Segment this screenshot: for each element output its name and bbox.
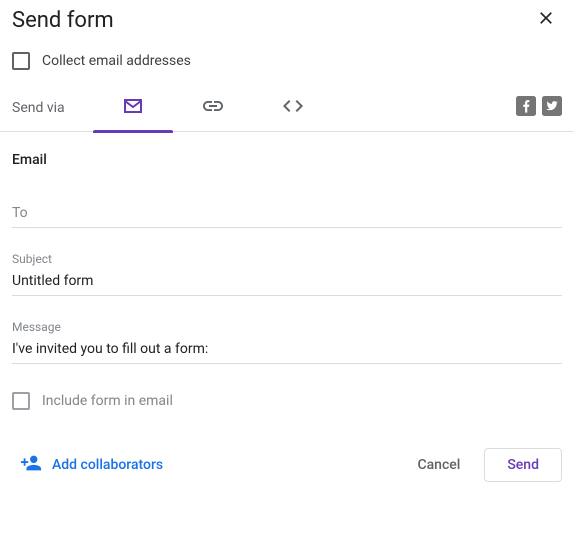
subject-field[interactable]: Subject Untitled form bbox=[12, 252, 562, 296]
facebook-icon bbox=[516, 101, 536, 120]
send-via-row: Send via bbox=[0, 84, 574, 132]
embed-icon bbox=[281, 94, 305, 122]
send-button[interactable]: Send bbox=[484, 448, 562, 482]
add-collaborators-button[interactable]: Add collaborators bbox=[12, 446, 171, 484]
dialog-title: Send form bbox=[12, 8, 114, 33]
message-value: I've invited you to fill out a form: bbox=[12, 341, 208, 357]
collect-email-row: Collect email addresses bbox=[12, 38, 562, 84]
share-facebook-button[interactable] bbox=[516, 96, 536, 120]
email-section: Email To Subject Untitled form Message I… bbox=[12, 132, 562, 410]
dialog-footer: Add collaborators Cancel Send bbox=[12, 446, 562, 494]
send-form-dialog: Send form Collect email addresses Send v… bbox=[0, 0, 574, 494]
add-collaborators-label: Add collaborators bbox=[52, 457, 163, 473]
twitter-icon bbox=[542, 101, 562, 120]
mail-icon bbox=[121, 94, 145, 122]
subject-label: Subject bbox=[12, 252, 562, 266]
cancel-button[interactable]: Cancel bbox=[401, 449, 476, 481]
message-label: Message bbox=[12, 320, 562, 334]
to-field[interactable]: To bbox=[12, 202, 562, 228]
send-via-label: Send via bbox=[12, 100, 65, 116]
dialog-header: Send form bbox=[12, 0, 562, 38]
share-twitter-button[interactable] bbox=[542, 96, 562, 120]
close-button[interactable] bbox=[530, 2, 562, 38]
include-form-checkbox[interactable] bbox=[12, 392, 30, 410]
include-form-label: Include form in email bbox=[42, 393, 173, 409]
close-icon bbox=[536, 13, 556, 32]
to-placeholder: To bbox=[12, 205, 28, 221]
link-icon bbox=[201, 94, 225, 122]
include-form-row: Include form in email bbox=[12, 392, 562, 410]
message-field[interactable]: Message I've invited you to fill out a f… bbox=[12, 320, 562, 364]
person-add-icon bbox=[20, 452, 42, 478]
tab-link[interactable] bbox=[173, 84, 253, 132]
tab-email[interactable] bbox=[93, 84, 173, 132]
subject-value: Untitled form bbox=[12, 273, 93, 289]
email-section-title: Email bbox=[12, 152, 562, 168]
tab-embed[interactable] bbox=[253, 84, 333, 132]
collect-email-label: Collect email addresses bbox=[42, 53, 191, 69]
social-share bbox=[516, 96, 562, 120]
collect-email-checkbox[interactable] bbox=[12, 52, 30, 70]
